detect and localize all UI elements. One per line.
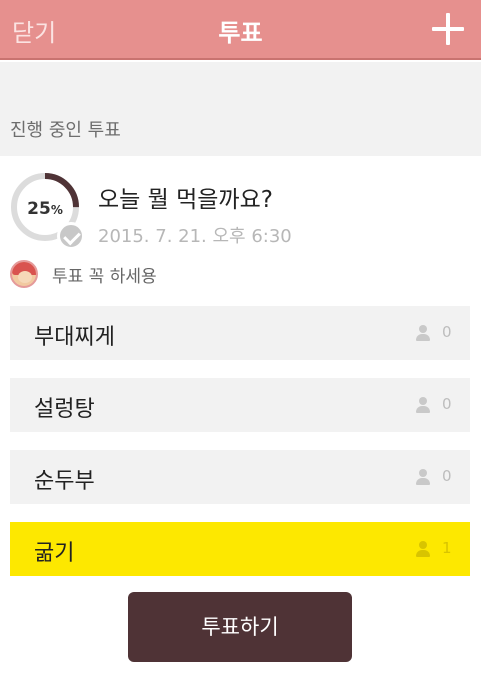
person-icon: [416, 541, 430, 557]
person-icon: [416, 325, 430, 341]
option-label: 굶기: [34, 541, 75, 566]
avatar-face: [18, 271, 32, 283]
avatar: [10, 260, 38, 288]
vote-count: 0: [416, 395, 460, 414]
poll-option[interactable]: 부대찌게 0: [10, 306, 470, 360]
author-message: 투표 꼭 하세용: [52, 267, 157, 287]
vote-button[interactable]: 투표하기: [128, 592, 352, 662]
option-label: 설렁탕: [34, 397, 95, 422]
poll-option[interactable]: 순두부 0: [10, 450, 470, 504]
progress-percent: 25%: [9, 199, 81, 219]
poll-question: 오늘 뭘 먹을까요?: [98, 187, 273, 213]
vote-count: 0: [416, 323, 460, 342]
progress-value: 25: [27, 199, 51, 219]
vote-count: 1: [416, 539, 460, 558]
progress-unit: %: [50, 203, 63, 217]
poll-option[interactable]: 굶기 1: [10, 522, 470, 576]
person-icon: [416, 469, 430, 485]
poll-option[interactable]: 설렁탕 0: [10, 378, 470, 432]
top-bar: 닫기 투표: [0, 0, 481, 60]
vote-count-value: 0: [442, 467, 452, 485]
vote-count-value: 0: [442, 323, 452, 341]
plus-icon[interactable]: [431, 12, 465, 46]
page-title: 투표: [218, 19, 263, 47]
vote-count-value: 1: [442, 539, 452, 557]
vote-count: 0: [416, 467, 460, 486]
poll-date: 2015. 7. 21. 오후 6:30: [98, 226, 292, 247]
section-title: 진행 중인 투표: [10, 120, 121, 141]
check-icon: [57, 222, 85, 250]
vote-count-value: 0: [442, 395, 452, 413]
option-label: 순두부: [34, 469, 95, 494]
option-label: 부대찌게: [34, 325, 115, 350]
person-icon: [416, 397, 430, 413]
